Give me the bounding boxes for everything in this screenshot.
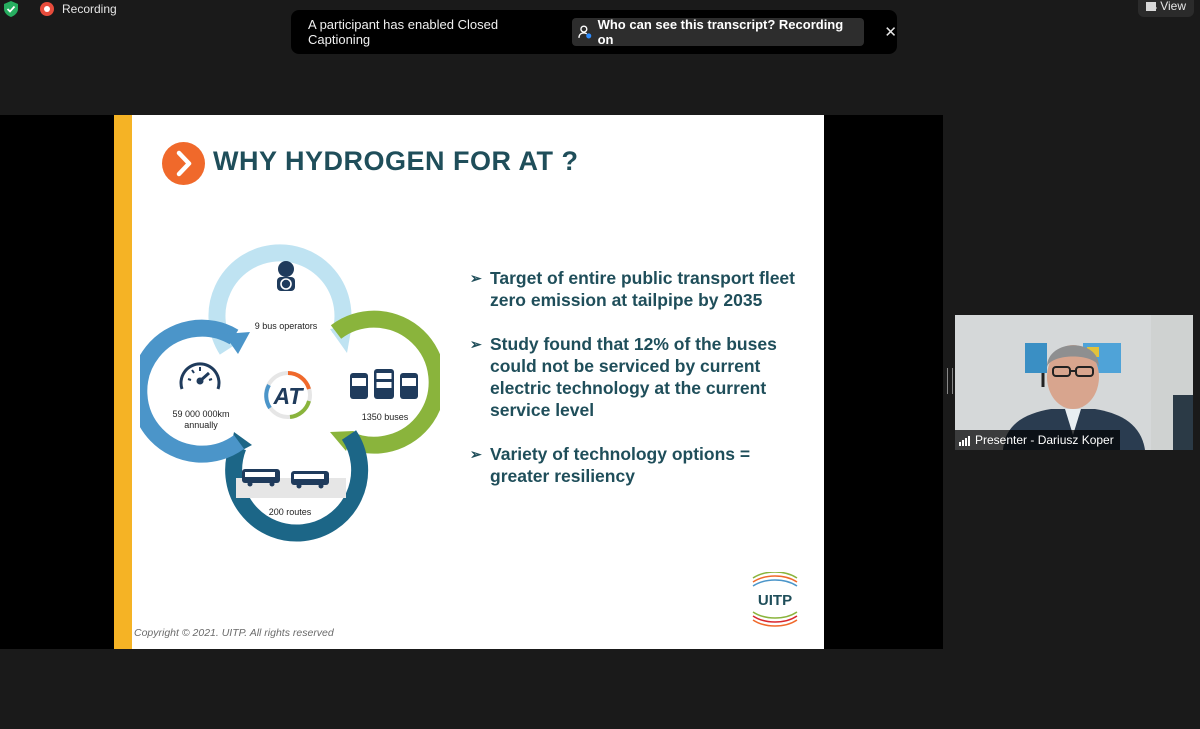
buses-label: 1350 buses (362, 412, 409, 422)
closed-caption-banner: A participant has enabled Closed Caption… (291, 10, 897, 54)
participant-name: Presenter - Dariusz Koper (975, 433, 1114, 447)
participant-video-tile[interactable]: Presenter - Dariusz Koper (955, 315, 1193, 450)
slide-accent-bar (114, 115, 132, 649)
bullet-arrow-icon: ➢ (470, 270, 482, 286)
uitp-logo-text: UITP (758, 592, 792, 609)
panel-resize-handle[interactable] (947, 368, 953, 394)
recording-icon (40, 2, 54, 16)
signal-strength-icon (959, 435, 970, 446)
presentation-slide: WHY HYDROGEN FOR AT ? 9 bus operators 13… (114, 115, 824, 649)
shared-screen: WHY HYDROGEN FOR AT ? 9 bus operators 13… (0, 115, 943, 649)
route-buses-icon (236, 469, 346, 498)
view-label: View (1160, 0, 1186, 13)
bullet-list: ➢ Target of entire public transport flee… (470, 267, 800, 509)
routes-label: 200 routes (269, 507, 312, 517)
person-lock-icon (578, 25, 592, 39)
at-logo: AT (264, 371, 312, 419)
meeting-status-bar: Recording (4, 0, 117, 18)
at-logo-text: AT (273, 383, 305, 409)
bullet-item: ➢ Target of entire public transport flee… (470, 267, 800, 311)
slide-copyright: Copyright © 2021. UITP. All rights reser… (134, 627, 334, 639)
uitp-logo: UITP (752, 572, 798, 627)
bullet-text: Study found that 12% of the buses could … (490, 334, 777, 420)
close-banner-button[interactable]: ✕ (884, 23, 897, 41)
security-shield-icon[interactable] (4, 1, 18, 17)
distance-label-line2: annually (184, 420, 218, 430)
caption-message: A participant has enabled Closed Caption… (308, 17, 499, 47)
view-layout-icon (1146, 1, 1158, 11)
recording-label: Recording (62, 2, 117, 16)
transcript-link-label: Who can see this transcript? Recording o… (597, 17, 844, 47)
operators-label: 9 bus operators (255, 321, 318, 331)
speedometer-icon (179, 362, 221, 390)
transcript-visibility-button[interactable]: Who can see this transcript? Recording o… (571, 17, 865, 47)
participant-name-label: Presenter - Dariusz Koper (955, 430, 1120, 450)
view-button[interactable]: View (1138, 0, 1194, 17)
bullet-arrow-icon: ➢ (470, 336, 482, 352)
bullet-item: ➢ Variety of technology options = greate… (470, 443, 800, 487)
driver-icon (277, 261, 295, 291)
bullet-arrow-icon: ➢ (470, 446, 482, 462)
buses-icon (350, 369, 418, 399)
bullet-text: Variety of technology options = greater … (490, 444, 751, 486)
at-fleet-diagram: 9 bus operators 1350 buses 200 routes 59… (140, 244, 440, 542)
chevron-right-icon (162, 142, 205, 185)
bullet-item: ➢ Study found that 12% of the buses coul… (470, 333, 800, 421)
bullet-text: Target of entire public transport fleet … (490, 268, 795, 310)
slide-title: WHY HYDROGEN FOR AT ? (213, 146, 579, 176)
distance-label-line1: 59 000 000km (172, 409, 229, 419)
